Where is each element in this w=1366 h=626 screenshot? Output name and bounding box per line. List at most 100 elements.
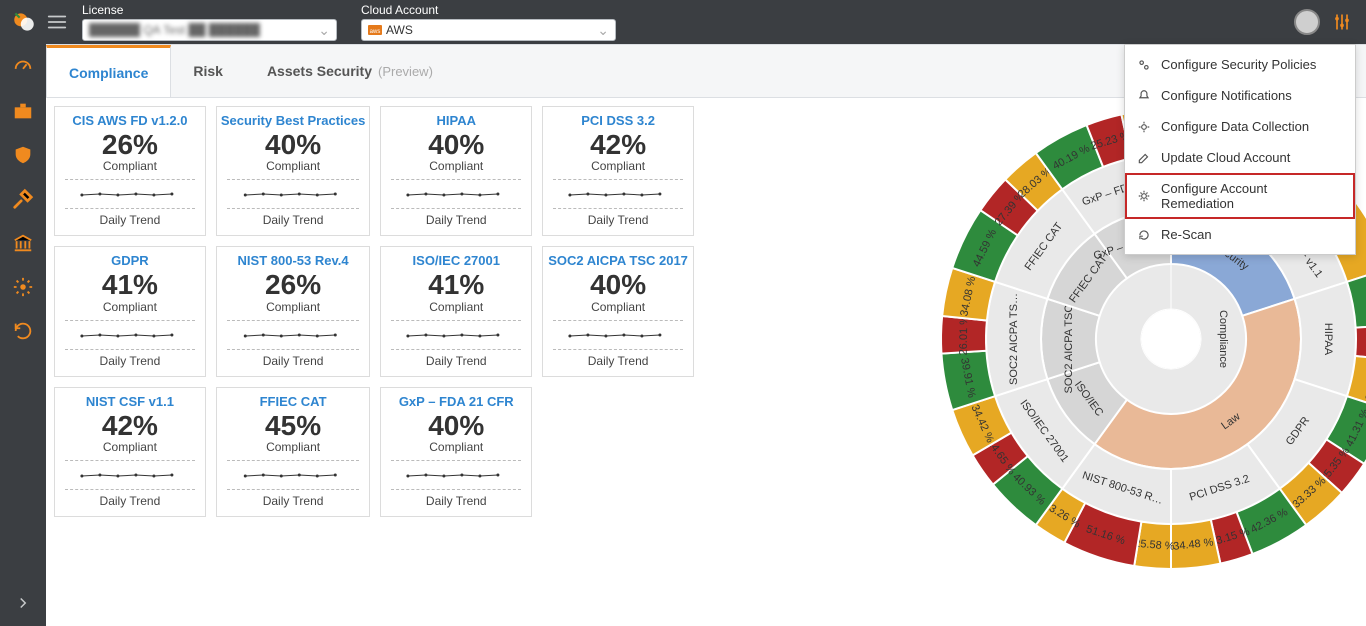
tab-label: Risk <box>193 63 223 79</box>
menu-item-data-collection[interactable]: Configure Data Collection <box>1125 111 1355 142</box>
avatar[interactable] <box>1294 9 1320 35</box>
sparkline <box>553 320 683 350</box>
tab-risk[interactable]: Risk <box>171 45 245 97</box>
menu-item-notifications[interactable]: Configure Notifications <box>1125 80 1355 111</box>
card-trend-label: Daily Trend <box>385 494 527 508</box>
card-trend-label: Daily Trend <box>221 354 366 368</box>
tab-compliance[interactable]: Compliance <box>46 45 171 97</box>
card-compliant-label: Compliant <box>547 159 689 173</box>
gear-icon <box>1137 120 1151 134</box>
menu-item-rescan[interactable]: Re-Scan <box>1125 219 1355 250</box>
menu-label: Configure Security Policies <box>1161 57 1316 72</box>
card-compliant-label: Compliant <box>59 300 201 314</box>
gauge-icon[interactable] <box>12 56 34 78</box>
gear-icon[interactable] <box>12 276 34 298</box>
menu-label: Configure Data Collection <box>1161 119 1309 134</box>
cloud-select[interactable]: awsAWS ⌄ <box>361 19 616 41</box>
svg-text:26.01 %: 26.01 % <box>958 315 971 356</box>
expand-sidebar-icon[interactable] <box>12 592 34 614</box>
compliance-card[interactable]: ISO/IEC 27001 41% Compliant Daily Trend <box>380 246 532 376</box>
svg-text:Compliance: Compliance <box>1217 310 1229 368</box>
menu-label: Update Cloud Account <box>1161 150 1290 165</box>
menu-label: Re-Scan <box>1161 227 1212 242</box>
card-percentage: 45% <box>221 411 366 440</box>
menu-label: Configure Notifications <box>1161 88 1292 103</box>
refresh-icon <box>1137 228 1151 242</box>
compliance-card[interactable]: Security Best Practices 40% Compliant Da… <box>216 106 371 236</box>
shield-icon[interactable] <box>12 144 34 166</box>
history-icon[interactable] <box>12 320 34 342</box>
card-compliant-label: Compliant <box>385 300 527 314</box>
compliance-card[interactable]: GxP – FDA 21 CFR 40% Compliant Daily Tre… <box>380 387 532 517</box>
cloud-label: Cloud Account <box>361 3 616 17</box>
card-title: NIST 800-53 Rev.4 <box>221 253 366 268</box>
briefcase-icon[interactable] <box>12 100 34 122</box>
card-compliant-label: Compliant <box>547 300 689 314</box>
settings-dropdown: Configure Security Policies Configure No… <box>1124 44 1356 255</box>
compliance-card[interactable]: NIST 800-53 Rev.4 26% Compliant Daily Tr… <box>216 246 371 376</box>
compliance-card[interactable]: FFIEC CAT 45% Compliant Daily Trend <box>216 387 371 517</box>
svg-text:aws: aws <box>370 29 381 35</box>
hamburger-icon[interactable] <box>46 11 68 33</box>
gavel-icon[interactable] <box>12 188 34 210</box>
card-percentage: 41% <box>59 270 201 299</box>
card-trend-label: Daily Trend <box>385 213 527 227</box>
card-percentage: 42% <box>59 411 201 440</box>
card-percentage: 42% <box>547 130 689 159</box>
card-percentage: 41% <box>385 270 527 299</box>
card-trend-label: Daily Trend <box>221 213 366 227</box>
card-trend-label: Daily Trend <box>221 494 366 508</box>
license-value: ██████ QA Test ██ ██████ <box>89 23 318 37</box>
card-trend-label: Daily Trend <box>547 354 689 368</box>
compliance-card[interactable]: GDPR 41% Compliant Daily Trend <box>54 246 206 376</box>
card-percentage: 40% <box>385 411 527 440</box>
card-title: GDPR <box>59 253 201 268</box>
institution-icon[interactable] <box>12 232 34 254</box>
card-trend-label: Daily Trend <box>385 354 527 368</box>
sparkline <box>391 179 521 209</box>
license-select[interactable]: ██████ QA Test ██ ██████ ⌄ <box>82 19 337 41</box>
svg-text:HIPAA: HIPAA <box>1322 323 1334 356</box>
settings-sliders-icon[interactable] <box>1332 12 1352 32</box>
compliance-card[interactable]: NIST CSF v1.1 42% Compliant Daily Trend <box>54 387 206 517</box>
compliance-card[interactable]: SOC2 AICPA TSC 2017 40% Compliant Daily … <box>542 246 694 376</box>
card-compliant-label: Compliant <box>59 159 201 173</box>
card-compliant-label: Compliant <box>385 440 527 454</box>
card-percentage: 26% <box>59 130 201 159</box>
card-title: Security Best Practices <box>221 113 366 128</box>
compliance-card-grid: CIS AWS FD v1.2.0 26% Compliant Daily Tr… <box>54 106 694 517</box>
bell-icon <box>1137 89 1151 103</box>
menu-item-update-account[interactable]: Update Cloud Account <box>1125 142 1355 173</box>
cloud-value: awsAWS <box>368 23 597 37</box>
compliance-card[interactable]: HIPAA 40% Compliant Daily Trend <box>380 106 532 236</box>
topbar: License ██████ QA Test ██ ██████ ⌄ Cloud… <box>0 0 1366 44</box>
compliance-card[interactable]: PCI DSS 3.2 42% Compliant Daily Trend <box>542 106 694 236</box>
menu-label: Configure Account Remediation <box>1161 181 1343 211</box>
card-percentage: 40% <box>385 130 527 159</box>
card-compliant-label: Compliant <box>59 440 201 454</box>
sparkline <box>391 320 521 350</box>
tab-label: Assets Security <box>267 63 372 79</box>
menu-item-account-remediation[interactable]: Configure Account Remediation <box>1125 173 1355 219</box>
gear-icon <box>1137 189 1151 203</box>
card-compliant-label: Compliant <box>385 159 527 173</box>
card-title: ISO/IEC 27001 <box>385 253 527 268</box>
chevron-down-icon: ⌄ <box>597 22 609 39</box>
sparkline <box>227 320 360 350</box>
license-label: License <box>82 3 337 17</box>
card-trend-label: Daily Trend <box>547 213 689 227</box>
card-title: HIPAA <box>385 113 527 128</box>
card-title: PCI DSS 3.2 <box>547 113 689 128</box>
chevron-down-icon: ⌄ <box>318 22 330 39</box>
card-percentage: 40% <box>221 130 366 159</box>
compliance-card[interactable]: CIS AWS FD v1.2.0 26% Compliant Daily Tr… <box>54 106 206 236</box>
menu-item-security-policies[interactable]: Configure Security Policies <box>1125 49 1355 80</box>
card-compliant-label: Compliant <box>221 440 366 454</box>
sidebar <box>0 44 46 626</box>
svg-text:SOC2 AICPA TS…: SOC2 AICPA TS… <box>1008 293 1020 385</box>
tab-assets-security[interactable]: Assets Security (Preview) <box>245 45 455 97</box>
sparkline <box>553 179 683 209</box>
card-trend-label: Daily Trend <box>59 213 201 227</box>
tab-label: Compliance <box>69 65 148 81</box>
preview-badge: (Preview) <box>378 64 433 79</box>
